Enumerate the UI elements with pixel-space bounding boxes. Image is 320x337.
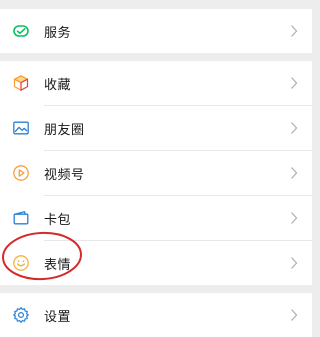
menu-item-cards[interactable]: 卡包 [0, 196, 312, 240]
chevron-right-icon [290, 24, 298, 38]
menu-item-channels[interactable]: 视频号 [0, 151, 312, 195]
menu-item-label: 收藏 [44, 77, 72, 93]
chevron-right-icon [290, 76, 298, 90]
gear-icon [12, 306, 30, 324]
smiley-icon [12, 254, 30, 272]
section-gap [0, 53, 312, 61]
menu-item-services[interactable]: 服务 [0, 9, 312, 53]
chevron-right-icon [290, 211, 298, 225]
chevron-right-icon [290, 256, 298, 270]
menu-item-moments[interactable]: 朋友圈 [0, 106, 312, 150]
menu-item-label: 卡包 [44, 212, 72, 228]
top-spacer [0, 0, 312, 9]
wechat-pay-icon [12, 22, 30, 40]
menu-item-label: 服务 [44, 25, 72, 41]
features-section: 收藏 朋友圈 视频号 卡包 表情 [0, 61, 312, 285]
chevron-right-icon [290, 166, 298, 180]
settings-section: 设置 [0, 293, 312, 337]
menu-item-label: 视频号 [44, 167, 85, 183]
menu-item-label: 朋友圈 [44, 122, 85, 138]
menu-item-stickers[interactable]: 表情 [0, 241, 312, 285]
play-icon [12, 164, 30, 182]
section-gap [0, 285, 312, 293]
menu-item-label: 表情 [44, 257, 72, 273]
cube-icon [12, 74, 30, 92]
wallet-icon [12, 209, 30, 227]
menu-item-settings[interactable]: 设置 [0, 293, 312, 337]
photo-icon [12, 119, 30, 137]
services-section: 服务 [0, 9, 312, 53]
chevron-right-icon [290, 308, 298, 322]
menu-item-favorites[interactable]: 收藏 [0, 61, 312, 105]
chevron-right-icon [290, 121, 298, 135]
